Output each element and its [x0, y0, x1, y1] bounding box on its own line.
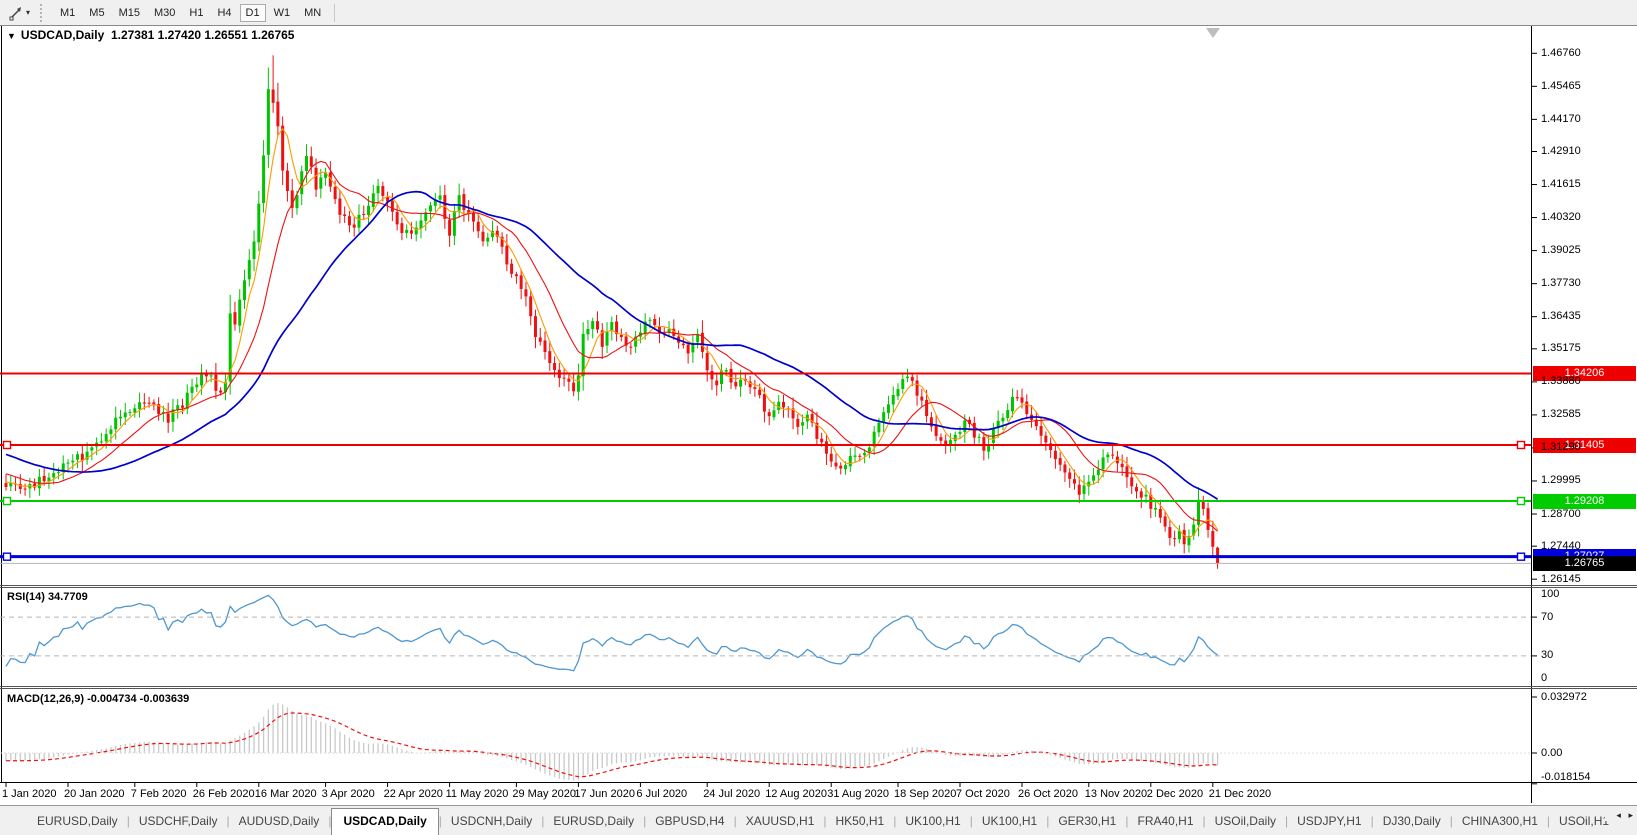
- chart-tab-uk100-h1[interactable]: UK100,H1: [896, 810, 969, 832]
- chart-tab-eurusd-daily[interactable]: EURUSD,Daily: [28, 810, 127, 832]
- chart-tab-hk50-h1[interactable]: HK50,H1: [827, 810, 894, 832]
- chart-tab-china300-h1[interactable]: CHINA300,H1: [1453, 810, 1547, 832]
- rsi-line: [6, 595, 1218, 670]
- rsi-indicator-label: RSI(14) 34.7709: [7, 591, 88, 603]
- hline-handle[interactable]: [1518, 498, 1525, 505]
- chart-tab-usdcad-daily[interactable]: USDCAD,Daily: [331, 808, 438, 835]
- chart-tab-usdcnh-daily[interactable]: USDCNH,Daily: [442, 810, 541, 832]
- chart-shift-marker: [1206, 28, 1220, 38]
- chart-tab-dj30-daily[interactable]: DJ30,Daily: [1374, 810, 1450, 832]
- trading-platform-window: ▾ M1M5M15M30H1H4D1W1MN ▼USDCAD,Daily 1.2…: [0, 0, 1637, 835]
- tab-scroll-left-button[interactable]: ◂: [1616, 810, 1621, 820]
- chart-tab-usdchf-daily[interactable]: USDCHF,Daily: [130, 810, 227, 832]
- chart-tab-gbpusd-h4[interactable]: GBPUSD,H4: [646, 810, 733, 832]
- price-axis[interactable]: [1532, 26, 1637, 782]
- time-axis[interactable]: [0, 783, 1531, 803]
- macd-indicator-label: MACD(12,26,9) -0.004734 -0.003639: [7, 693, 189, 705]
- chart-tab-usoil-daily[interactable]: USOil,Daily: [1206, 810, 1285, 832]
- chart-collapse-icon[interactable]: ▼: [7, 31, 16, 41]
- chart-tab-audusd-daily[interactable]: AUDUSD,Daily: [230, 810, 329, 832]
- chart-title: ▼ USDCAD,Daily 1.27381 1.27420 1.26551 1.…: [7, 28, 294, 42]
- tab-scroll-controls: ◂ ▸: [1605, 810, 1633, 821]
- hline-handle[interactable]: [4, 553, 11, 560]
- hline-handle[interactable]: [4, 442, 11, 449]
- macd-signal-line: [6, 713, 1218, 777]
- hline-handle[interactable]: [1518, 553, 1525, 560]
- ma-medium-line: [6, 161, 1218, 531]
- chart-symbol-label: USDCAD,Daily: [21, 28, 104, 42]
- chart-tab-usdjpy-h1[interactable]: USDJPY,H1: [1288, 810, 1370, 832]
- chart-tab-eurusd-daily[interactable]: EURUSD,Daily: [544, 810, 643, 832]
- chart-tab-fra40-h1[interactable]: FRA40,H1: [1128, 810, 1202, 832]
- tab-scroll-right-button[interactable]: ▸: [1628, 810, 1633, 820]
- chart-ohlc-values: 1.27381 1.27420 1.26551 1.26765: [111, 28, 295, 42]
- symbol-tab-bar: EURUSD,Daily|USDCHF,Daily|AUDUSD,Daily|U…: [0, 805, 1637, 835]
- chart-canvas[interactable]: [0, 0, 1637, 835]
- chart-tab-ger30-h1[interactable]: GER30,H1: [1049, 810, 1125, 832]
- hline-handle[interactable]: [1518, 442, 1525, 449]
- ma-slow-line: [6, 192, 1218, 500]
- hline-handle[interactable]: [4, 498, 11, 505]
- chart-tab-uk100-h1[interactable]: UK100,H1: [973, 810, 1046, 832]
- chart-tab-xauusd-h1[interactable]: XAUUSD,H1: [737, 810, 824, 832]
